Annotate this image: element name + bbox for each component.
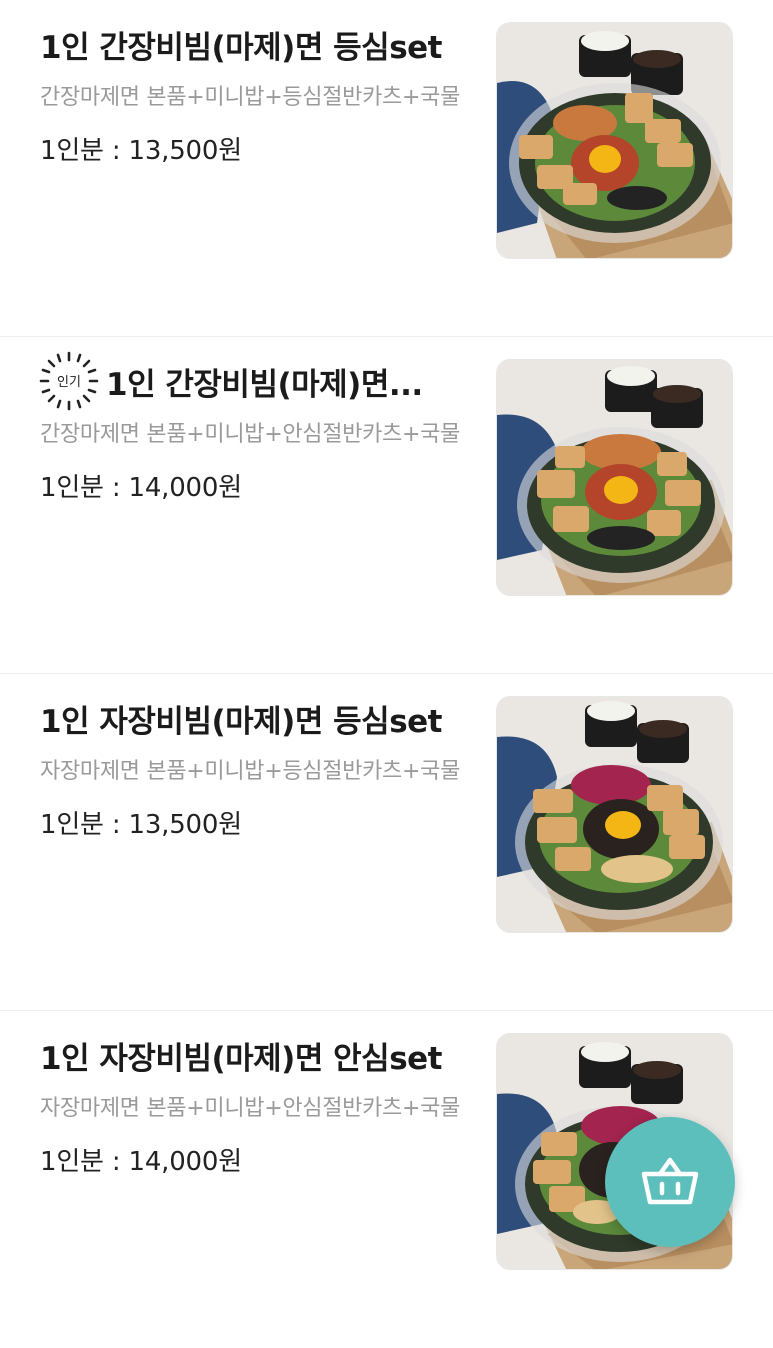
menu-item-text: 1인 자장비빔(마제)면 안심set 자장마제면 본품+미니밥+안심절반카츠+국… bbox=[40, 1033, 480, 1178]
menu-item-text: 인기 1인 간장비빔(마제)면... 간장마제면 본품+미니밥+안심절반카츠+국… bbox=[39, 351, 480, 504]
food-photo[interactable] bbox=[496, 359, 733, 596]
food-photo[interactable] bbox=[496, 696, 733, 933]
menu-item-description: 간장마제면 본품+미니밥+등심절반카츠+국물 bbox=[40, 85, 461, 110]
menu-item[interactable]: 인기 1인 간장비빔(마제)면... 간장마제면 본품+미니밥+안심절반카츠+국… bbox=[0, 337, 773, 674]
food-photo[interactable] bbox=[496, 22, 733, 259]
menu-item-text: 1인 자장비빔(마제)면 등심set 자장마제면 본품+미니밥+등심절반카츠+국… bbox=[40, 696, 480, 841]
title-row: 1인 간장비빔(마제)면 등심set bbox=[40, 22, 480, 66]
title-row: 인기 1인 간장비빔(마제)면... bbox=[39, 351, 480, 411]
menu-item-title: 1인 간장비빔(마제)면... bbox=[106, 366, 423, 403]
title-row: 1인 자장비빔(마제)면 등심set bbox=[40, 696, 480, 740]
menu-item-price: 1인분 : 14,000원 bbox=[40, 473, 242, 503]
menu-item-description: 자장마제면 본품+미니밥+등심절반카츠+국물 bbox=[40, 759, 461, 784]
title-row: 1인 자장비빔(마제)면 안심set bbox=[40, 1033, 480, 1077]
basket-icon bbox=[641, 1157, 699, 1205]
menu-item-title: 1인 간장비빔(마제)면 등심set bbox=[40, 29, 442, 66]
menu-item[interactable]: 1인 간장비빔(마제)면 등심set 간장마제면 본품+미니밥+등심절반카츠+국… bbox=[0, 0, 773, 337]
menu-item-title: 1인 자장비빔(마제)면 등심set bbox=[40, 703, 442, 740]
menu-item-description: 자장마제면 본품+미니밥+안심절반카츠+국물 bbox=[40, 1096, 461, 1121]
menu-item-price: 1인분 : 13,500원 bbox=[40, 810, 242, 840]
popular-badge-icon: 인기 bbox=[39, 351, 99, 411]
menu-item[interactable]: 1인 자장비빔(마제)면 등심set 자장마제면 본품+미니밥+등심절반카츠+국… bbox=[0, 674, 773, 1011]
menu-item-text: 1인 간장비빔(마제)면 등심set 간장마제면 본품+미니밥+등심절반카츠+국… bbox=[40, 22, 480, 167]
menu-item-title: 1인 자장비빔(마제)면 안심set bbox=[40, 1040, 442, 1077]
menu-item-price: 1인분 : 14,000원 bbox=[40, 1147, 242, 1177]
menu-item-description: 간장마제면 본품+미니밥+안심절반카츠+국물 bbox=[40, 422, 461, 447]
popular-badge-label: 인기 bbox=[57, 375, 81, 390]
menu-item-price: 1인분 : 13,500원 bbox=[40, 136, 242, 166]
cart-button[interactable] bbox=[605, 1117, 735, 1247]
